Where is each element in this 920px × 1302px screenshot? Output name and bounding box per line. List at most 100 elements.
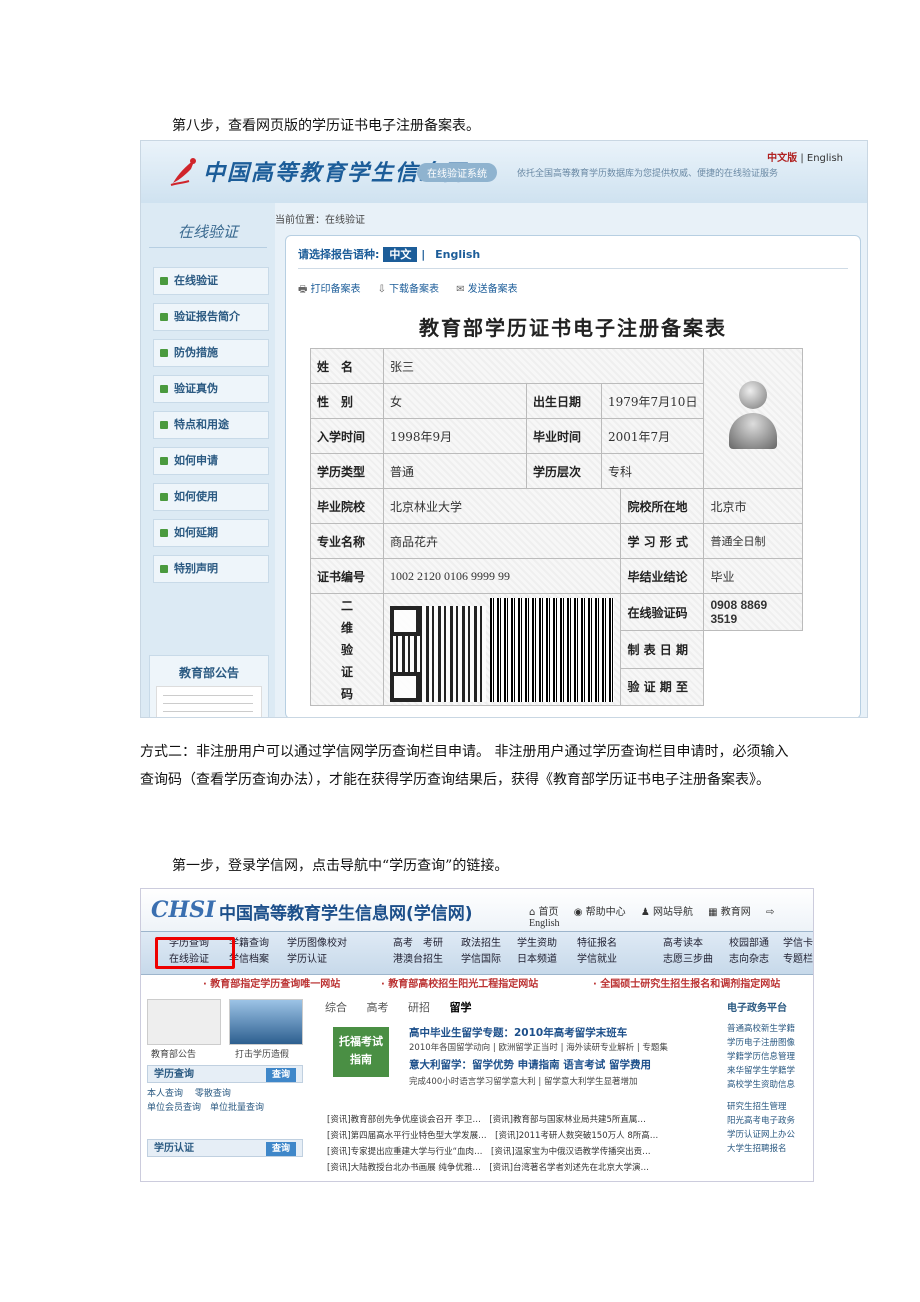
breadcrumb: 当前位置：在线验证 [275, 215, 365, 226]
label-made-date: 制 表 日 期 [620, 630, 705, 669]
center-column: 综合 高考 研招 留学 托福考试 指南 高中毕业生留学专题：2010年高考留学末… [325, 999, 715, 1181]
tab-general[interactable]: 综合 [325, 1001, 347, 1014]
news-photo[interactable] [229, 999, 303, 1045]
sidebar-item[interactable]: 验证报告简介 [153, 303, 269, 331]
help-link[interactable]: ◉ 帮助中心 [574, 907, 626, 918]
notice-box[interactable]: 教育部公告 [149, 655, 269, 717]
language-label: 请选择报告语种: [298, 248, 380, 261]
download-icon: ⇩ [377, 284, 387, 295]
label-qr-code: 二 维 验 证 码 [310, 593, 384, 706]
notice-document-thumbnail[interactable] [156, 686, 262, 717]
fraud-caption[interactable]: 打击学历造假 [235, 1047, 289, 1060]
nav-item-campus[interactable]: 校园部通 志向杂志 [729, 936, 769, 968]
site-slogan: 依托全国高等教育学历数据库为您提供权威、便捷的在线验证服务 [517, 169, 779, 179]
language-separator: | [421, 248, 426, 261]
subline-2[interactable]: 完成400小时语言学习留学意大利 | 留学意大利学生显著增加 [409, 1075, 638, 1087]
nav-item-aid[interactable]: 学生资助 日本频道 [517, 936, 557, 968]
lang-zh-link[interactable]: 中文版 [767, 153, 797, 164]
nav-item-law[interactable]: 政法招生 学信国际 [461, 936, 501, 968]
egov-link[interactable]: 普通高校新生学籍 [727, 1022, 813, 1036]
right-column: 电子政务平台 普通高校新生学籍 学历电子注册图像 学籍学历信息管理 来华留学生学… [727, 999, 813, 1181]
sidebar-item[interactable]: 在线验证 [153, 267, 269, 295]
sidebar-item[interactable]: 验证真伪 [153, 375, 269, 403]
query-button[interactable]: 查询 [265, 1142, 296, 1156]
egov-links: 普通高校新生学籍 学历电子注册图像 学籍学历信息管理 来华留学生学籍学 高校学生… [727, 1022, 813, 1156]
nav-item-status[interactable]: 学籍查询 学信档案 [229, 936, 269, 968]
label-valid-until: 验 证 期 至 [620, 667, 705, 707]
step1-paragraph: 第一步，登录学信网，点击导航中“学历查询”的链接。 [172, 858, 509, 874]
sidebar-title: 在线验证 [149, 217, 267, 248]
egov-link[interactable]: 研究生招生管理 [727, 1100, 813, 1114]
chsi-homepage-screenshot: CHSI 中国高等教育学生信息网(学信网) ⌂ 首页 ◉ 帮助中心 ♟ 网站导航… [140, 888, 814, 1182]
news-item[interactable]: [资讯]专家提出应重建大学与行业“血肉… [资讯]温家宝为中俄汉语教学传播突出贡… [327, 1145, 651, 1159]
sidebar-item[interactable]: 如何申请 [153, 447, 269, 475]
query-links[interactable]: 本人查询 零散查询 单位会员查询 单位批量查询 [147, 1087, 264, 1115]
edu-link[interactable]: ▦ 教育网 [708, 907, 751, 918]
headline-1[interactable]: 高中毕业生留学专题：2010年高考留学末班车 [409, 1025, 627, 1040]
label-verify-code: 在线验证码 [620, 592, 705, 632]
label-location: 院校所在地 [620, 488, 705, 524]
download-button[interactable]: ⇩ 下载备案表 [378, 284, 439, 295]
step8-paragraph: 第八步，查看网页版的学历证书电子注册备案表。 [172, 118, 480, 134]
degree-cert-box: 学历认证 查询 [147, 1139, 303, 1157]
left-column: 教育部公告 打击学历造假 学历查询 查询 本人查询 零散查询 单位会员查询 单位批… [147, 999, 307, 1181]
certificate-table: 姓 名 张三 性 别 女 出生日期 1979年7月10日 入学时间 1998年9… [310, 348, 804, 707]
label-cert-number: 证书编号 [310, 558, 384, 594]
news-item[interactable]: [资讯]大陆教授台北办书画展 纯争优雅… [资讯]台湾著名学者刘述先在北京大学演… [327, 1161, 649, 1175]
value-location: 北京市 [703, 488, 804, 524]
egov-link[interactable]: 来华留学生学籍学 [727, 1064, 813, 1078]
nav-item-photo[interactable]: 学历图像校对 学历认证 [287, 936, 347, 968]
bird-logo-icon [170, 158, 196, 186]
lang-en-link[interactable]: | English [800, 153, 843, 164]
language-en-button[interactable]: English [435, 248, 480, 261]
nav-item-gaokao[interactable]: 高考读本 志愿三步曲 [663, 936, 713, 968]
egov-link[interactable]: 学籍学历信息管理 [727, 1050, 813, 1064]
value-school: 北京林业大学 [382, 488, 622, 524]
sidebar-item[interactable]: 特别声明 [153, 555, 269, 583]
language-zh-button[interactable]: 中文 [383, 247, 418, 262]
sidebar-item[interactable]: 防伪措施 [153, 339, 269, 367]
sidebar-item[interactable]: 特点和用途 [153, 411, 269, 439]
notice-thumbnail[interactable] [147, 999, 221, 1045]
banner-item: · 教育部指定学历查询唯一网站 [203, 979, 341, 990]
headline-2[interactable]: 意大利留学：留学优势 申请指南 语言考试 留学费用 [409, 1057, 651, 1072]
query-button[interactable]: 查询 [265, 1068, 296, 1082]
nav-item-signup[interactable]: 特征报名 学信就业 [577, 936, 617, 968]
egov-link[interactable]: 阳光高考电子政务 [727, 1114, 813, 1128]
label-level: 学历层次 [526, 453, 602, 489]
label-graduate: 毕业时间 [526, 418, 602, 454]
tab-graduate[interactable]: 研招 [408, 1001, 430, 1014]
egov-link[interactable]: 学历认证网上办公 [727, 1128, 813, 1142]
home-link[interactable]: ⌂ 首页 [529, 907, 559, 918]
news-item[interactable]: [资讯]教育部创先争优座谈会召开 李卫… [资讯]教育部与国家林业局共建5所直属… [327, 1113, 646, 1127]
print-button[interactable]: 🖶 打印备案表 [298, 284, 360, 295]
notice-caption[interactable]: 教育部公告 [151, 1047, 196, 1060]
send-button[interactable]: ✉ 发送备案表 [456, 284, 517, 295]
label-name: 姓 名 [310, 348, 384, 384]
value-name: 张三 [382, 348, 705, 384]
report-language-select: 请选择报告语种: 中文 | English [298, 246, 480, 262]
nav-item-card[interactable]: 学信卡 专题栏 [783, 936, 813, 968]
egov-link[interactable]: 高校学生资助信息 [727, 1078, 813, 1092]
sidebar-item[interactable]: 如何延期 [153, 519, 269, 547]
label-birth: 出生日期 [526, 383, 602, 419]
news-item[interactable]: [资讯]第四届高水平行业特色型大学发展… [资讯]2011考研人数突破150万人… [327, 1129, 658, 1143]
qr-code-icon [390, 606, 486, 702]
value-graduate: 2001年7月 [600, 418, 705, 454]
toefl-badge[interactable]: 托福考试 指南 [333, 1027, 389, 1077]
nav-item-exam[interactable]: 高考 考研 港澳台招生 [393, 936, 443, 968]
tab-gaokao[interactable]: 高考 [367, 1001, 389, 1014]
value-birth: 1979年7月10日 [600, 383, 705, 419]
subline-1[interactable]: 2010年各国留学动向 | 欧洲留学正当时 | 海外读研专业解析 | 专题集 [409, 1041, 668, 1053]
qr-codes [382, 593, 622, 706]
tab-study-abroad[interactable]: 留学 [450, 1001, 472, 1014]
egov-link[interactable]: 大学生招聘报名 [727, 1142, 813, 1156]
egov-link[interactable]: 学历电子注册图像 [727, 1036, 813, 1050]
sidebar-item[interactable]: 如何使用 [153, 483, 269, 511]
language-switch[interactable]: 中文版 | English [767, 149, 843, 164]
sitemap-link[interactable]: ♟ 网站导航 [641, 907, 693, 918]
label-school: 毕业院校 [310, 488, 384, 524]
value-study-form: 普通全日制 [703, 523, 804, 559]
avatar-icon [725, 377, 781, 457]
report-title: 教育部学历证书电子注册备案表 [419, 316, 727, 340]
